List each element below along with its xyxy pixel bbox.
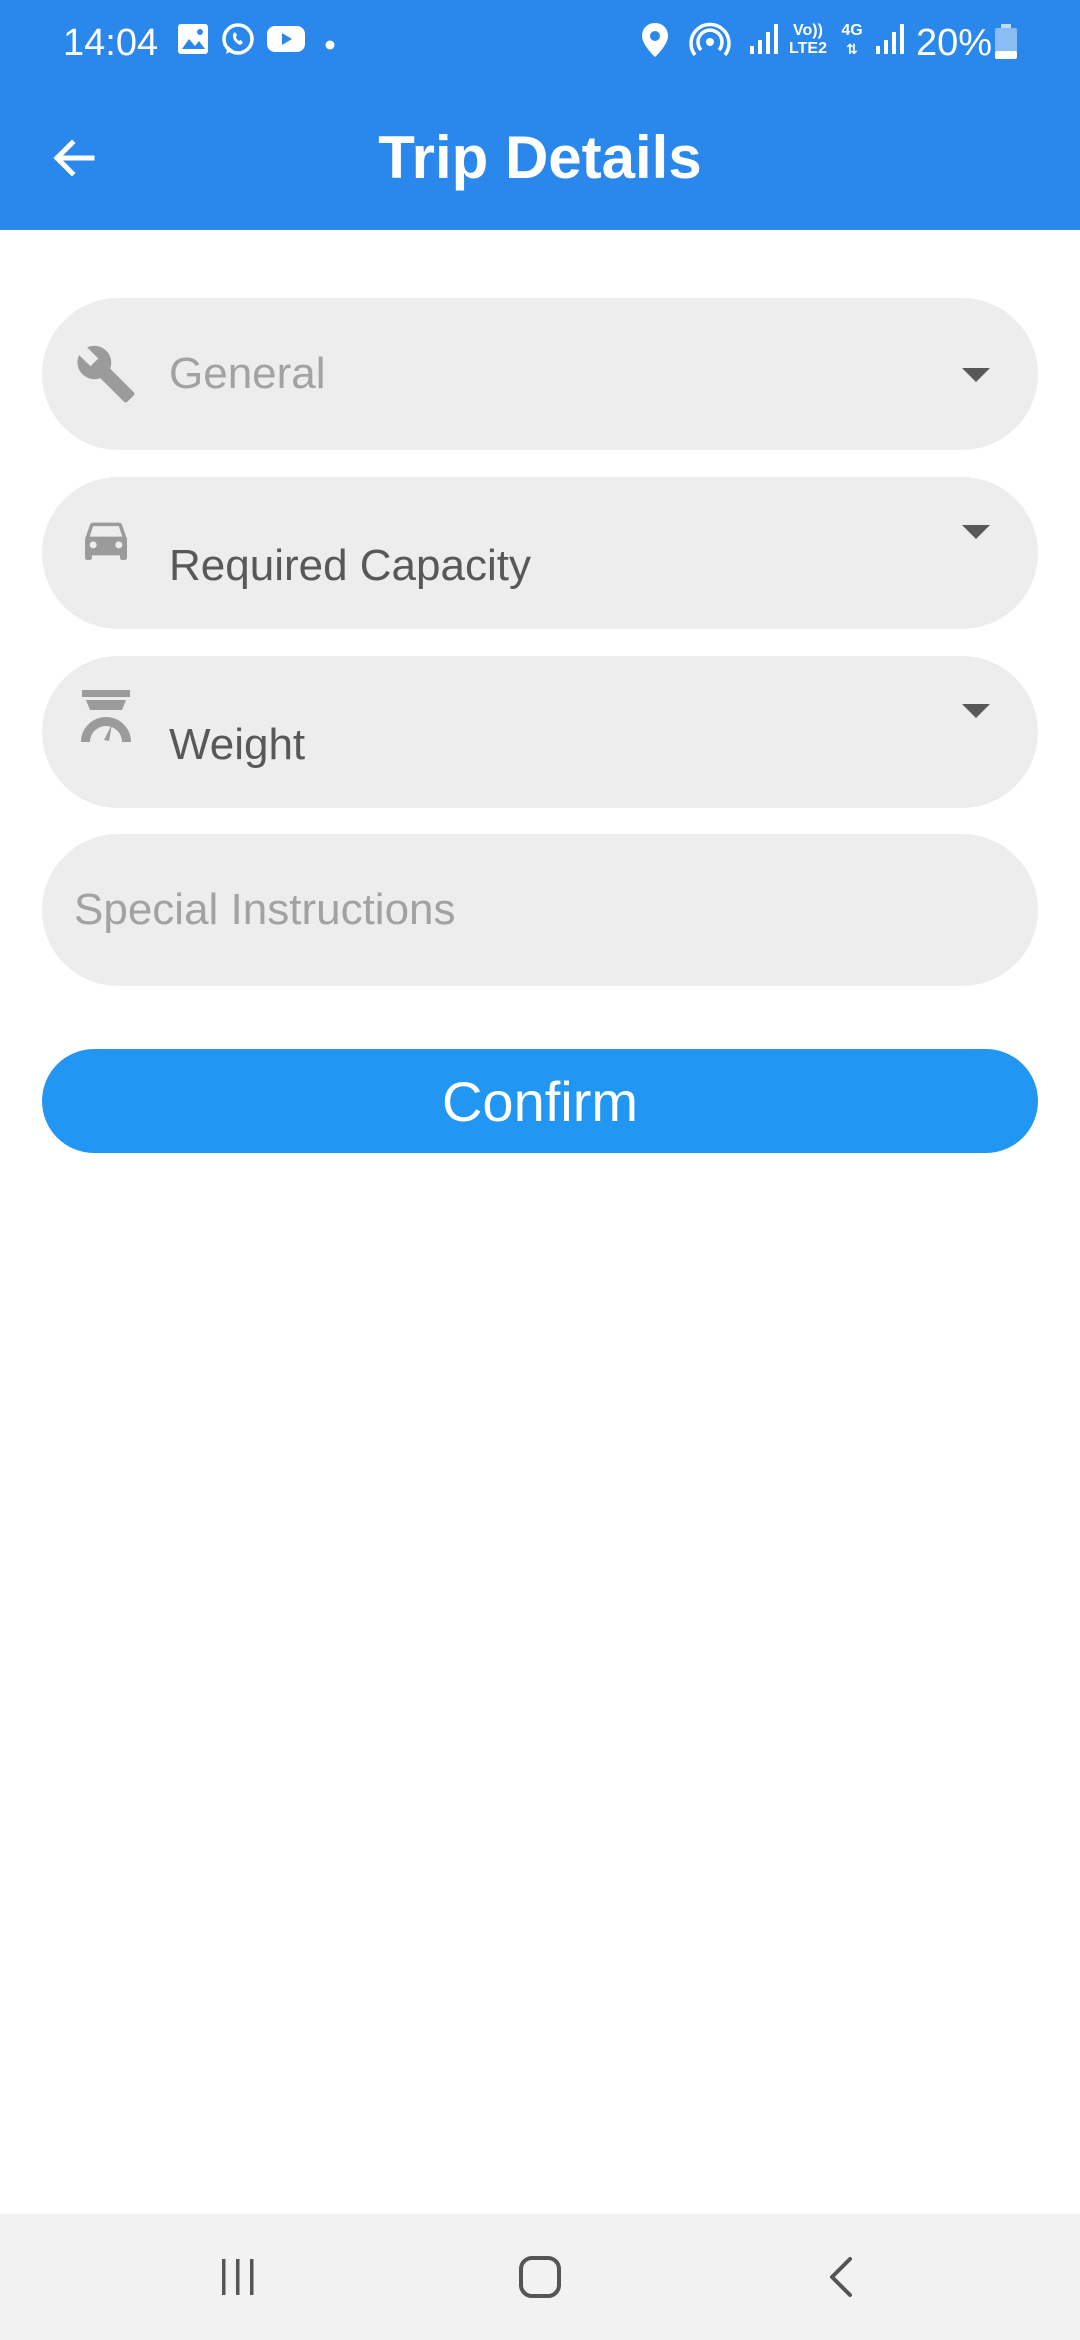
gallery-icon bbox=[176, 22, 210, 61]
home-button[interactable] bbox=[510, 2247, 570, 2307]
scale-icon bbox=[74, 684, 138, 748]
navigation-bar bbox=[0, 2214, 1080, 2340]
category-dropdown[interactable]: General bbox=[42, 298, 1038, 450]
youtube-icon bbox=[266, 22, 306, 61]
chevron-down-icon bbox=[962, 704, 990, 718]
capacity-dropdown[interactable]: Required Capacity bbox=[42, 477, 1038, 629]
network-type-label: 4G bbox=[841, 22, 863, 39]
weight-label: Weight bbox=[169, 720, 306, 769]
volte-label: Vo)) bbox=[793, 22, 823, 39]
confirm-button[interactable]: Confirm bbox=[42, 1049, 1038, 1153]
hotspot-icon bbox=[688, 22, 732, 63]
page-title: Trip Details bbox=[378, 124, 702, 191]
chevron-down-icon bbox=[962, 368, 990, 382]
wrench-icon bbox=[74, 342, 138, 406]
battery-percent: 20% bbox=[915, 22, 992, 64]
home-icon bbox=[519, 2256, 561, 2298]
volte-icon: Vo)) LTE2 bbox=[786, 22, 830, 58]
chevron-down-icon bbox=[962, 525, 990, 539]
4g-icon: 4G ⇅ bbox=[841, 22, 863, 57]
location-icon bbox=[640, 22, 670, 63]
nav-back-button[interactable] bbox=[812, 2247, 872, 2307]
status-time: 14:04 bbox=[63, 22, 159, 64]
signal-icon bbox=[874, 22, 906, 61]
special-instructions-input[interactable] bbox=[42, 834, 1038, 986]
category-label: General bbox=[169, 349, 326, 398]
recent-apps-icon bbox=[222, 2259, 254, 2295]
signal-icon bbox=[748, 22, 780, 61]
battery-icon bbox=[994, 24, 1018, 65]
recent-apps-button[interactable] bbox=[208, 2247, 268, 2307]
weight-dropdown[interactable]: Weight bbox=[42, 656, 1038, 808]
lte-label: LTE2 bbox=[789, 40, 827, 57]
car-icon bbox=[74, 507, 138, 571]
app-bar: Trip Details bbox=[0, 86, 1080, 230]
status-bar: 14:04 Vo)) LTE2 4G ⇅ 20% bbox=[0, 0, 1080, 86]
whatsapp-icon bbox=[220, 22, 256, 63]
dot-icon bbox=[325, 37, 335, 55]
capacity-label: Required Capacity bbox=[169, 541, 531, 590]
back-icon bbox=[830, 2257, 852, 2297]
